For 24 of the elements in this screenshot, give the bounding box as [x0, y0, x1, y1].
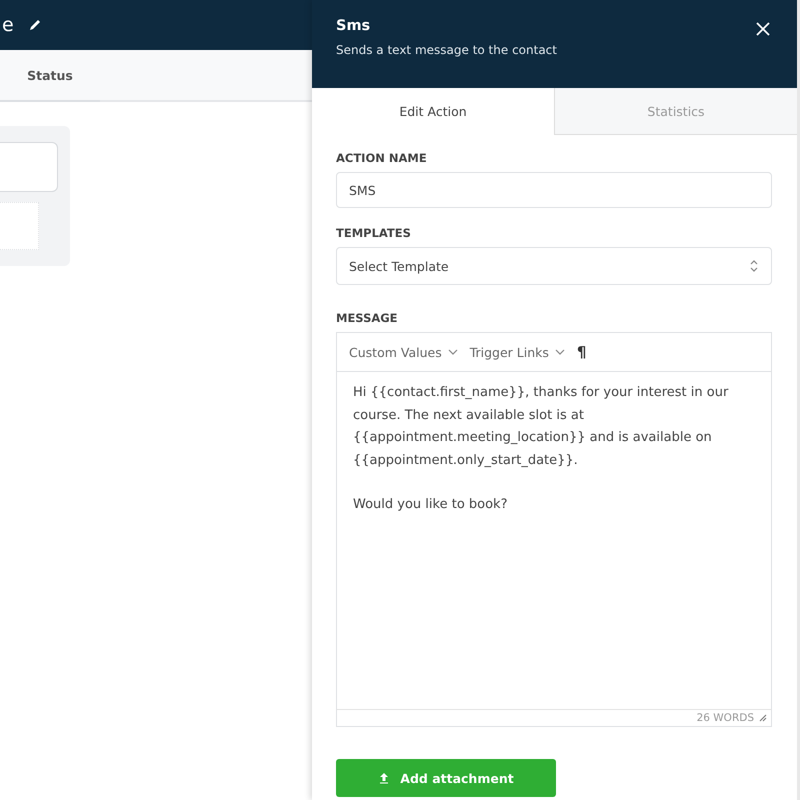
action-name-field[interactable]: SMS	[336, 172, 772, 208]
field-label: TEMPLATES	[336, 226, 412, 240]
panel-subtitle: Sends a text message to the contact	[336, 43, 557, 57]
paragraph-button[interactable]: ¶	[576, 343, 586, 361]
word-count: 26 WORDS	[696, 712, 754, 724]
workflow-title: e	[2, 14, 14, 36]
chevron-down-icon	[448, 348, 458, 356]
message-paragraph: Hi {{contact.first_name}}, thanks for your interest in our course. The next available slot is at {{appointment.meeting_location}} and is available on {{appointment.only_start_date}}.	[353, 384, 730, 470]
edit-icon[interactable]	[28, 18, 42, 32]
field-label: ACTION NAME	[336, 151, 428, 165]
toolbar-dropdown[interactable]: Trigger Links	[470, 344, 565, 360]
upload-icon	[378, 772, 390, 784]
node-placeholder	[0, 202, 39, 250]
toolbar-dropdown[interactable]: Custom Values	[349, 344, 458, 360]
panel-title: Sms	[336, 18, 372, 34]
template-select[interactable]: Select Template	[336, 247, 772, 285]
message-editor[interactable]	[336, 332, 772, 727]
resize-handle-icon[interactable]	[759, 714, 767, 722]
field-label: MESSAGE	[336, 311, 399, 325]
message-paragraph: Would you like to book?	[353, 496, 508, 514]
chevron-down-icon	[554, 348, 565, 356]
node-box	[0, 142, 58, 192]
sort-arrows-icon	[749, 259, 759, 273]
close-icon[interactable]	[755, 21, 771, 37]
